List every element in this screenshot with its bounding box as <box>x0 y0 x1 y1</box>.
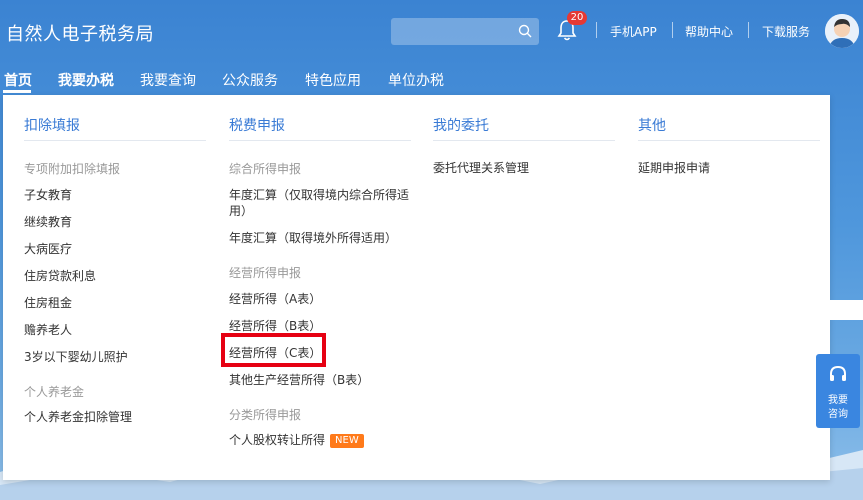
divider <box>748 22 749 38</box>
group-label: 经营所得申报 <box>229 266 302 280</box>
group-label: 个人养老金 <box>24 385 85 399</box>
headset-icon <box>830 365 846 381</box>
column-divider <box>638 140 820 141</box>
menu-item-serious-illness[interactable]: 大病医疗 <box>24 241 72 257</box>
user-avatar-icon <box>825 14 859 48</box>
menu-item-equity-transfer-label: 个人股权转让所得 <box>229 433 326 447</box>
mobile-app-link[interactable]: 手机APP <box>610 23 657 40</box>
menu-item-housing-loan-interest[interactable]: 住房贷款利息 <box>24 268 96 284</box>
consult-label-line1: 我要 <box>828 395 848 406</box>
menu-item-housing-rent[interactable]: 住房租金 <box>24 295 72 311</box>
group-label: 综合所得申报 <box>229 162 302 176</box>
nav-query[interactable]: 我要查询 <box>140 70 196 90</box>
main-nav: 首页 我要办税 我要查询 公众服务 特色应用 单位办税 <box>0 64 863 94</box>
divider <box>672 22 673 38</box>
divider <box>596 22 597 38</box>
menu-item-annual-settlement-domestic[interactable]: 年度汇算（仅取得境内综合所得适用） <box>229 187 415 219</box>
background-card-edge <box>830 300 863 320</box>
consult-button[interactable]: 我要 咨询 <box>816 354 860 428</box>
menu-item-agency-management[interactable]: 委托代理关系管理 <box>433 160 529 176</box>
menu-item-continuing-education[interactable]: 继续教育 <box>24 214 72 230</box>
search-icon[interactable] <box>517 23 533 39</box>
nav-tax-handling[interactable]: 我要办税 <box>58 70 114 90</box>
column-divider <box>24 140 206 141</box>
header: 自然人电子税务局 20 手机APP 帮助中心 下载服务 <box>0 0 863 64</box>
highlight-box <box>221 333 326 367</box>
column-tax-filing-title[interactable]: 税费申报 <box>229 115 285 135</box>
group-label: 专项附加扣除填报 <box>24 162 121 176</box>
column-delegation-title[interactable]: 我的委托 <box>433 115 489 135</box>
menu-item-child-education[interactable]: 子女教育 <box>24 187 72 203</box>
menu-item-annual-settlement-foreign[interactable]: 年度汇算（取得境外所得适用） <box>229 230 397 246</box>
menu-item-business-income-b[interactable]: 经营所得（B表） <box>229 318 321 334</box>
column-other-title[interactable]: 其他 <box>638 115 666 135</box>
column-divider <box>229 140 411 141</box>
menu-item-elderly-support[interactable]: 赡养老人 <box>24 322 72 338</box>
nav-public-service[interactable]: 公众服务 <box>222 70 278 90</box>
menu-item-infant-care[interactable]: 3岁以下婴幼儿照护 <box>24 349 128 365</box>
help-center-link[interactable]: 帮助中心 <box>685 23 733 40</box>
menu-item-pension-deduction[interactable]: 个人养老金扣除管理 <box>24 409 132 425</box>
nav-unit-tax[interactable]: 单位办税 <box>388 70 444 90</box>
column-divider <box>433 140 615 141</box>
menu-item-filing-extension[interactable]: 延期申报申请 <box>638 160 710 176</box>
group-label: 分类所得申报 <box>229 408 302 422</box>
nav-active-indicator <box>3 90 31 93</box>
search-input[interactable] <box>391 18 531 45</box>
avatar[interactable] <box>825 14 859 48</box>
dropdown-panel: 扣除填报 专项附加扣除填报 子女教育 继续教育 大病医疗 住房贷款利息 住房租金… <box>3 95 830 480</box>
download-service-link[interactable]: 下载服务 <box>762 23 810 40</box>
site-title[interactable]: 自然人电子税务局 <box>6 20 154 46</box>
search-box[interactable] <box>391 18 539 45</box>
nav-home[interactable]: 首页 <box>4 70 32 90</box>
menu-item-equity-transfer[interactable]: 个人股权转让所得 NEW <box>229 432 364 448</box>
notification-badge: 20 <box>567 11 587 25</box>
consult-label-line2: 咨询 <box>828 409 848 420</box>
menu-item-business-income-a[interactable]: 经营所得（A表） <box>229 291 321 307</box>
nav-featured-apps[interactable]: 特色应用 <box>305 70 361 90</box>
column-deduction-title[interactable]: 扣除填报 <box>24 115 80 135</box>
menu-item-other-business-income-b[interactable]: 其他生产经营所得（B表） <box>229 372 369 388</box>
new-badge: NEW <box>330 434 364 448</box>
